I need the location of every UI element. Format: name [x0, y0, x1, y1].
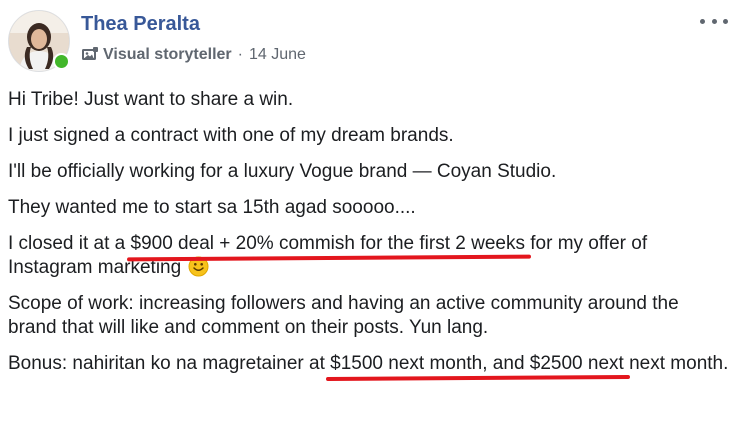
post-paragraph: Scope of work: increasing followers and …: [8, 293, 679, 338]
post-paragraph: Bonus: nahiritan ko na magretainer at $1…: [8, 352, 732, 376]
author-name[interactable]: Thea Peralta: [81, 12, 200, 36]
post-meta: Visual storyteller · 14 June: [81, 44, 306, 66]
post-paragraph: I closed it at a $900 deal + 20% commish…: [8, 232, 732, 280]
highlighted-deal-text: $900 deal + 20% commish for the first 2 …: [130, 233, 525, 254]
post-paragraph: Hi Tribe! Just want to share a win.: [8, 89, 294, 110]
post-body: Hi Tribe! Just want to share a win. I ju…: [8, 88, 732, 388]
more-options-button[interactable]: [700, 12, 728, 30]
paragraph-text: next month.: [623, 353, 729, 374]
paragraph-text: I closed it at a: [8, 233, 131, 254]
more-options-icon-dot: [711, 18, 717, 24]
meta-separator: ·: [237, 46, 243, 63]
more-options-icon: [700, 18, 705, 24]
online-status-indicator: [53, 53, 70, 70]
more-options-icon-dot: [723, 18, 728, 24]
post-paragraph: They wanted me to start sa 15th agad soo…: [8, 197, 416, 218]
highlighted-bonus-text: $1500 next month, and $2500 next: [330, 353, 624, 374]
paragraph-text: Bonus: nahiritan ko na magretainer at: [8, 353, 331, 374]
author-avatar-container[interactable]: [8, 10, 70, 72]
storyteller-badge-icon: [81, 46, 99, 64]
post-card: Thea Peralta Visual storyteller · 14 Jun…: [0, 0, 738, 426]
post-date[interactable]: 14 June: [249, 46, 306, 64]
badge-label[interactable]: Visual storyteller: [103, 46, 232, 64]
post-paragraph: I'll be officially working for a luxury …: [8, 161, 557, 182]
post-paragraph: I just signed a contract with one of my …: [8, 125, 454, 146]
